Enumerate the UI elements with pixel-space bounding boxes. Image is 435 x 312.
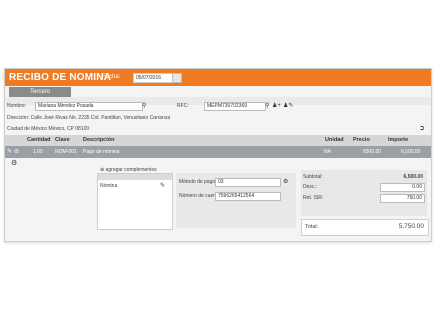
cell-descripcion: Pago de nómina	[83, 149, 120, 155]
add-user-icon[interactable]: ♟+	[272, 103, 281, 109]
subtotal-label: Subtotal:	[303, 174, 323, 180]
complementos-panel: ⊕ agregar complementos Nómina ✎	[97, 167, 173, 230]
ciudad-text: Ciudad de México México, CP 08100	[7, 126, 90, 132]
table-row[interactable]: ✎ ⊘ 1.00 NOM-001 Pago de nómina NA 6500.…	[5, 146, 431, 158]
rfc-input[interactable]: MEPM730702369	[204, 102, 266, 111]
col-clave: Clave	[55, 137, 70, 143]
ret-label: Ret. ISR:	[303, 195, 324, 201]
desc-label: Desc.:	[303, 184, 318, 190]
col-precio: Precio	[353, 137, 370, 143]
table-header: Cantidad Clave Descripción Unidad Precio…	[5, 135, 431, 146]
fecha-input[interactable]: 05/07/2016	[133, 73, 175, 83]
col-unidad: Unidad	[325, 137, 344, 143]
complementos-header	[98, 174, 172, 180]
cuenta-input[interactable]: 7596265412564	[215, 192, 281, 201]
page-title: RECIBO DE NOMINA	[9, 72, 112, 83]
ret-input[interactable]: 750.00	[380, 194, 425, 203]
search-icon[interactable]: ⚲	[265, 103, 269, 109]
gear-icon[interactable]: ⚙	[11, 160, 17, 167]
cell-importe: 6,500.00	[401, 149, 421, 155]
fecha-label: Fecha:	[102, 74, 121, 80]
gear-icon[interactable]: ⚙	[283, 179, 288, 185]
complemento-nomina[interactable]: Nómina	[100, 183, 117, 189]
export-icon[interactable]: ➲	[419, 125, 425, 132]
total-value: 5,750.00	[398, 223, 424, 230]
add-complementos-label: agregar complementos	[105, 167, 157, 173]
edit-icon[interactable]: ✎	[160, 183, 165, 189]
total-label: Total:	[305, 224, 319, 230]
col-descripcion: Descripción	[83, 137, 115, 143]
cell-cantidad: 1.00	[33, 149, 43, 155]
direccion-text: Dirección: Calle José Rivas No. 2235 Col…	[7, 115, 171, 121]
col-importe: Importe	[388, 137, 409, 143]
cell-clave: NOM-001	[55, 149, 77, 155]
totales-panel: Subtotal: 6,500.00 Desc.: 0.00 Ret. ISR:…	[301, 170, 427, 216]
cell-precio: 6500.00	[363, 149, 382, 155]
invoice-window: RECIBO DE NOMINA Fecha: 05/07/2016 Terce…	[4, 68, 432, 242]
delete-icon[interactable]: ⊘	[14, 148, 19, 155]
cell-unidad: NA	[324, 149, 331, 155]
pago-panel: Método de pago: 03 ⚙ Número de cuenta: 7…	[176, 173, 296, 228]
desc-input[interactable]: 0.00	[380, 183, 425, 192]
nombre-input[interactable]: Mariana Mendez Posada	[35, 102, 143, 111]
add-complementos-link[interactable]: ⊕ agregar complementos	[100, 167, 157, 173]
nombre-label: Nombre:	[7, 103, 27, 109]
metodo-label: Método de pago:	[179, 179, 217, 185]
header-bar: RECIBO DE NOMINA Fecha: 05/07/2016	[5, 69, 431, 86]
edit-icon[interactable]: ✎	[7, 148, 12, 155]
search-icon[interactable]: ⚲	[142, 103, 146, 109]
rfc-label: RFC:	[177, 103, 189, 109]
total-box: Total: 5,750.00	[301, 219, 429, 236]
col-cantidad: Cantidad	[27, 137, 51, 143]
subtotal-value: 6,500.00	[403, 174, 423, 180]
metodo-input[interactable]: 03	[215, 178, 281, 187]
edit-user-icon[interactable]: ♟✎	[283, 103, 293, 109]
calendar-button[interactable]	[172, 73, 182, 83]
tab-tercero[interactable]: Tercero	[9, 87, 71, 97]
